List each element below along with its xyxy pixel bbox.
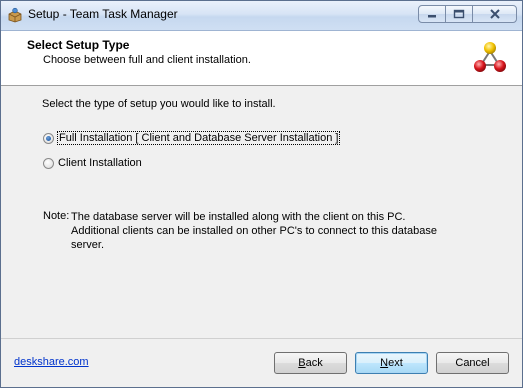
caption-buttons [418, 5, 517, 24]
client-installation-radio[interactable] [43, 157, 54, 169]
next-button[interactable]: Next [355, 352, 428, 374]
wizard-body: Select the type of setup you would like … [1, 87, 522, 337]
note: Note: The database server will be instal… [43, 210, 441, 252]
note-label: Note: [43, 210, 70, 222]
page-title: Select Setup Type [27, 38, 130, 52]
wizard-header: Select Setup Type Choose between full an… [1, 31, 522, 86]
close-button[interactable] [472, 5, 517, 23]
full-installation-label[interactable]: Full Installation [ Client and Database … [56, 131, 341, 145]
close-icon [489, 9, 500, 19]
full-installation-radio[interactable] [43, 132, 54, 144]
client-installation-option[interactable]: Client Installation [43, 157, 142, 169]
note-text: The database server will be installed al… [71, 211, 437, 251]
cancel-button[interactable]: Cancel [436, 352, 509, 374]
minimize-button[interactable] [418, 5, 446, 23]
next-label-rest: ext [388, 357, 403, 369]
setup-package-icon [8, 7, 22, 23]
full-installation-option[interactable]: Full Installation [ Client and Database … [43, 131, 341, 145]
title-bar[interactable]: Setup - Team Task Manager [1, 1, 522, 31]
maximize-button[interactable] [445, 5, 473, 23]
minimize-icon [428, 15, 436, 18]
maximize-icon [453, 9, 465, 19]
page-subtitle: Choose between full and client installat… [43, 54, 251, 66]
deskshare-link[interactable]: deskshare.com [14, 356, 89, 368]
client-installation-label[interactable]: Client Installation [58, 157, 142, 169]
next-accel: N [380, 357, 389, 369]
back-label-rest: ack [305, 357, 323, 369]
footer-divider [1, 338, 522, 339]
instruction-text: Select the type of setup you would like … [42, 98, 276, 110]
setup-window: Setup - Team Task Manager Select Setup T… [0, 0, 523, 388]
molecule-logo-icon [474, 42, 506, 72]
window-title: Setup - Team Task Manager [28, 7, 178, 21]
back-accel: B [298, 357, 306, 369]
back-button[interactable]: Back [274, 352, 347, 374]
